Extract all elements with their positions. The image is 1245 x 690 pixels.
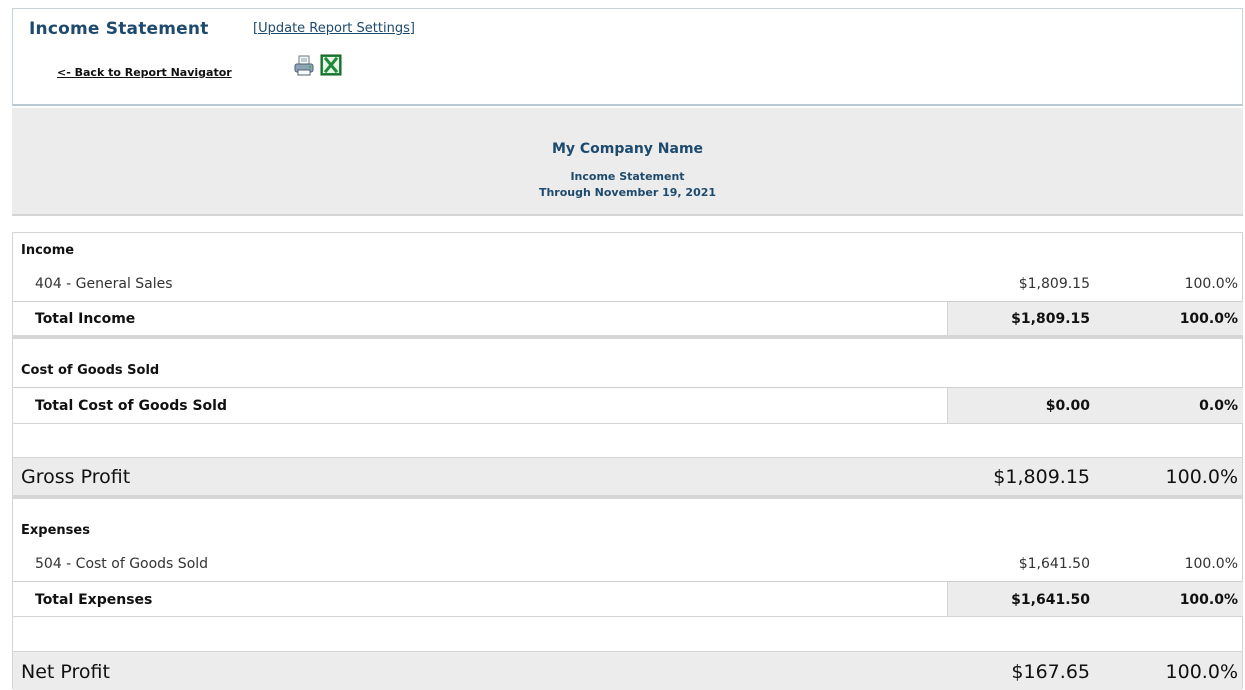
income-statement-table: Income 404 - General Sales $1,809.15 100… [12, 232, 1243, 690]
update-settings-label[interactable]: Update Report Settings [258, 21, 410, 36]
total-row-expenses: Total Expenses $1,641.50 100.0% [13, 581, 1243, 616]
report-header: Income Statement [Update Report Settings… [12, 8, 1243, 106]
gross-profit-amount: $1,809.15 [993, 466, 1090, 488]
total-amount: $1,641.50 [1011, 592, 1090, 608]
gross-profit-label: Gross Profit [21, 466, 131, 488]
page-title: Income Statement [29, 19, 209, 39]
gross-profit-percent: 100.0% [1165, 466, 1238, 488]
amount: $1,809.15 [1018, 276, 1090, 292]
total-row-cogs: Total Cost of Goods Sold $0.00 0.0% [13, 387, 1243, 423]
back-to-navigator-link[interactable]: <- Back to Report Navigator [57, 66, 232, 79]
net-profit-row: Net Profit $167.65 100.0% [13, 651, 1242, 690]
net-profit-amount: $167.65 [1011, 661, 1090, 683]
section-heading-label: Expenses [21, 523, 90, 538]
total-percent: 100.0% [1179, 592, 1238, 608]
total-amount: $1,809.15 [1011, 311, 1090, 327]
account-label: 404 - General Sales [35, 276, 173, 292]
section-heading-expenses: Expenses [13, 499, 1242, 549]
total-percent: 100.0% [1179, 311, 1238, 327]
spacer-row [13, 423, 1242, 457]
percent: 100.0% [1184, 556, 1238, 572]
total-row-income: Total Income $1,809.15 100.0% [13, 301, 1243, 335]
section-heading-label: Cost of Goods Sold [21, 363, 160, 378]
table-row: 504 - Cost of Goods Sold $1,641.50 100.0… [13, 549, 1242, 581]
total-label: Total Expenses [35, 592, 153, 608]
company-header: My Company Name Income Statement Through… [12, 108, 1243, 216]
table-row: 404 - General Sales $1,809.15 100.0% [13, 267, 1242, 301]
net-profit-percent: 100.0% [1165, 661, 1238, 683]
report-name: Income Statement [570, 170, 685, 183]
section-heading-label: Income [21, 243, 75, 258]
net-profit-label: Net Profit [21, 661, 110, 683]
total-label: Total Income [35, 311, 136, 327]
amount: $1,641.50 [1018, 556, 1090, 572]
update-settings-link[interactable]: [Update Report Settings] [253, 21, 415, 36]
spacer-row [13, 616, 1242, 651]
company-name: My Company Name [551, 141, 704, 157]
account-label: 504 - Cost of Goods Sold [35, 556, 209, 572]
excel-export-icon[interactable] [320, 54, 342, 76]
total-label: Total Cost of Goods Sold [35, 398, 227, 414]
section-heading-cogs: Cost of Goods Sold [13, 339, 1242, 387]
percent: 100.0% [1184, 276, 1238, 292]
section-heading-income: Income [13, 233, 1242, 267]
total-percent: 0.0% [1199, 398, 1238, 414]
report-period: Through November 19, 2021 [538, 186, 717, 199]
print-icon[interactable] [293, 55, 315, 77]
total-amount: $0.00 [1045, 398, 1090, 414]
gross-profit-row: Gross Profit $1,809.15 100.0% [13, 457, 1242, 495]
